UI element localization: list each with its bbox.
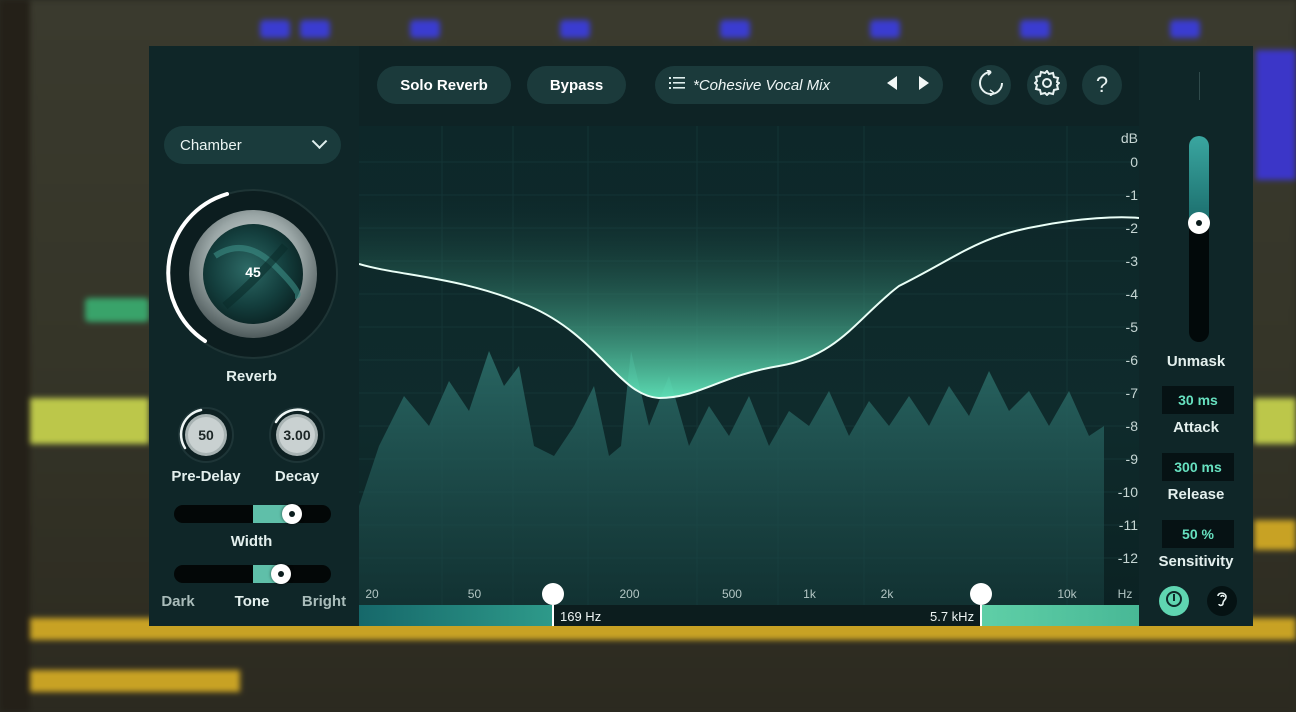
reverb-type-value: Chamber bbox=[180, 136, 242, 154]
bypass-button[interactable]: Bypass bbox=[527, 66, 626, 104]
pre-delay-knob[interactable]: 50 bbox=[177, 406, 235, 464]
release-label: Release bbox=[1167, 486, 1225, 503]
low-band-segment bbox=[359, 605, 553, 626]
tone-slider[interactable] bbox=[174, 564, 331, 584]
db-tick-label: -11 bbox=[1118, 517, 1138, 533]
unmask-slider[interactable] bbox=[1188, 136, 1210, 342]
db-tick-label: -1 bbox=[1125, 187, 1138, 203]
release-field[interactable]: 300 ms bbox=[1162, 453, 1234, 481]
db-tick-label: -5 bbox=[1125, 319, 1138, 335]
divider bbox=[1199, 72, 1200, 100]
spectrum-shape bbox=[359, 351, 1104, 606]
unmask-slider-fill bbox=[1189, 136, 1209, 223]
history-icon bbox=[978, 68, 1004, 101]
hz-tick-label: 1k bbox=[803, 587, 816, 601]
reverb-knob-label: Reverb bbox=[226, 368, 277, 385]
solo-reverb-button[interactable]: Solo Reverb bbox=[377, 66, 511, 104]
hz-tick-label: 200 bbox=[619, 587, 640, 601]
hz-tick-label: 500 bbox=[721, 587, 742, 601]
reverb-knob[interactable]: 45 bbox=[165, 186, 341, 362]
db-tick-label: -3 bbox=[1125, 253, 1138, 269]
help-button[interactable]: ? bbox=[1082, 65, 1122, 105]
prev-arrow-icon[interactable] bbox=[887, 75, 897, 95]
pre-delay-value: 50 bbox=[198, 427, 214, 443]
tone-slider-thumb[interactable] bbox=[270, 564, 291, 584]
db-tick-label: -8 bbox=[1125, 418, 1138, 434]
db-scale: dB 0 -1 -2 -3 -4 -5 -6 -7 -8 -9 -10 -11 -12 bbox=[1104, 126, 1144, 606]
list-icon[interactable] bbox=[669, 76, 685, 95]
help-icon: ? bbox=[1095, 72, 1109, 97]
db-tick-label: -9 bbox=[1125, 451, 1138, 467]
chevron-down-icon bbox=[311, 132, 328, 149]
attack-label: Attack bbox=[1173, 419, 1219, 436]
db-tick-label: -2 bbox=[1125, 220, 1138, 236]
db-unit-label: dB bbox=[1120, 130, 1138, 146]
next-arrow-icon[interactable] bbox=[919, 75, 929, 95]
tone-dark-label: Dark bbox=[161, 593, 195, 610]
db-tick-label: -10 bbox=[1117, 484, 1138, 500]
high-freq-label: 5.7 kHz bbox=[930, 609, 975, 624]
high-band-segment bbox=[981, 605, 1139, 626]
hz-tick-label: 50 bbox=[467, 587, 482, 601]
reverb-type-dropdown[interactable]: Chamber bbox=[164, 126, 341, 164]
db-tick-label: -6 bbox=[1125, 352, 1138, 368]
unmask-curve-area bbox=[359, 186, 1139, 398]
power-icon bbox=[1165, 590, 1183, 613]
low-freq-handle[interactable] bbox=[542, 583, 564, 605]
hz-unit-label: Hz bbox=[1117, 587, 1133, 601]
reverb-knob-value: 45 bbox=[245, 264, 261, 280]
sensitivity-label: Sensitivity bbox=[1158, 553, 1234, 570]
db-tick-label: 0 bbox=[1130, 154, 1138, 170]
low-freq-marker bbox=[552, 605, 554, 626]
frequency-axis: 20501002005001k2k10kHz bbox=[359, 581, 1139, 607]
low-freq-label: 169 Hz bbox=[560, 609, 602, 624]
right-panel: Unmask 30 ms Attack 300 ms Release 50 % … bbox=[1139, 46, 1253, 626]
unmask-slider-thumb[interactable] bbox=[1188, 211, 1210, 234]
db-tick-label: -4 bbox=[1125, 286, 1138, 302]
settings-button[interactable] bbox=[1027, 65, 1067, 105]
reverb-plugin-window: Chamber 45 Reverb 50 Pre-Delay 3.00 Deca… bbox=[149, 46, 1253, 626]
frequency-range-bar[interactable]: 169 Hz 5.7 kHz bbox=[359, 583, 1139, 626]
spectrum-graph[interactable] bbox=[358, 126, 1140, 606]
tone-label: Tone bbox=[234, 593, 270, 610]
listen-button[interactable] bbox=[1207, 586, 1237, 616]
db-tick-label: -12 bbox=[1117, 550, 1138, 566]
decay-value: 3.00 bbox=[283, 427, 311, 443]
width-slider-thumb[interactable] bbox=[281, 504, 302, 524]
unmask-label: Unmask bbox=[1166, 353, 1226, 370]
power-button[interactable] bbox=[1159, 586, 1189, 616]
attack-field[interactable]: 30 ms bbox=[1162, 386, 1234, 414]
preset-selector[interactable]: *Cohesive Vocal Mix bbox=[655, 66, 943, 104]
high-freq-handle[interactable] bbox=[970, 583, 992, 605]
decay-label: Decay bbox=[274, 468, 320, 485]
high-freq-marker bbox=[980, 605, 982, 626]
tone-bright-label: Bright bbox=[301, 593, 347, 610]
width-slider[interactable] bbox=[174, 504, 331, 524]
sensitivity-field[interactable]: 50 % bbox=[1162, 520, 1234, 548]
history-button[interactable] bbox=[971, 65, 1011, 105]
left-panel: Chamber 45 Reverb 50 Pre-Delay 3.00 Deca… bbox=[149, 46, 359, 626]
hz-tick-label: 2k bbox=[880, 587, 894, 601]
gear-icon bbox=[1033, 68, 1061, 101]
ear-icon bbox=[1214, 590, 1230, 613]
hz-tick-label: 10k bbox=[1057, 587, 1077, 601]
width-label: Width bbox=[230, 533, 273, 550]
preset-name: *Cohesive Vocal Mix bbox=[693, 76, 830, 94]
decay-knob[interactable]: 3.00 bbox=[268, 406, 326, 464]
db-tick-label: -7 bbox=[1125, 385, 1138, 401]
hz-tick-label: 20 bbox=[365, 587, 379, 601]
pre-delay-label: Pre-Delay bbox=[171, 468, 241, 485]
